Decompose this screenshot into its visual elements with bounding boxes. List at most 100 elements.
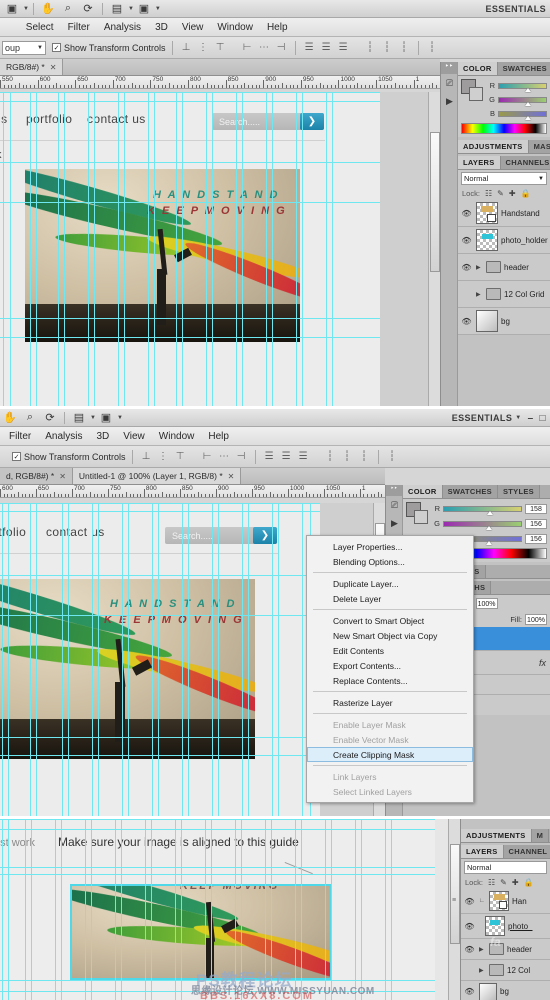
vertical-guide[interactable] — [241, 819, 242, 1000]
distribute-vertical-centers-icon[interactable]: ☰ — [280, 450, 293, 463]
lock-all-icon[interactable]: 🔒 — [524, 878, 534, 887]
canvas-vertical-scrollbar-top[interactable] — [428, 92, 440, 408]
distribute-left-edges-icon[interactable]: ┆ — [364, 41, 377, 54]
menu-item-view[interactable]: View — [116, 431, 152, 442]
search-box[interactable]: Search..... ❯ — [212, 113, 324, 130]
align-left-edges-icon[interactable]: ⊢ — [201, 450, 214, 463]
vertical-guide[interactable] — [266, 92, 267, 408]
canvas-area-top[interactable]: us portfolio contact us k Search..... ❯ — [0, 92, 440, 408]
horizontal-guide[interactable] — [0, 202, 380, 203]
workspace-switcher-mid[interactable]: ESSENTIALS ▼ – □ — [452, 409, 546, 427]
align-right-edges-icon[interactable]: ⊣ — [235, 450, 248, 463]
context-menu-item[interactable]: Blending Options... — [307, 554, 473, 569]
horizontal-guide[interactable] — [0, 101, 380, 102]
lock-transparent-pixels-icon[interactable]: ☷ — [488, 878, 495, 887]
lock-image-pixels-icon[interactable]: ✎ — [500, 878, 507, 887]
fill-value[interactable]: 100% — [525, 614, 547, 625]
arrange-documents-icon[interactable]: ▣ — [96, 410, 116, 426]
blend-mode-dropdown[interactable]: Normal ▼ — [461, 172, 547, 185]
align-bottom-edges-icon[interactable]: ⊤ — [174, 450, 187, 463]
distribute-bottom-edges-icon[interactable]: ☰ — [337, 41, 350, 54]
vertical-guide[interactable] — [355, 819, 356, 1000]
vertical-guide[interactable] — [36, 92, 37, 408]
layer-visibility-icon[interactable]: 👁 — [463, 987, 476, 996]
auto-select-group-dropdown[interactable]: oup ▼ — [2, 40, 46, 55]
horizontal-guide[interactable] — [0, 511, 320, 512]
chevron-down-icon[interactable]: ▼ — [155, 6, 161, 12]
document-tab[interactable]: RGB/8#) * ✕ — [0, 59, 64, 75]
arrange-documents-icon[interactable]: ▣ — [134, 1, 154, 17]
horizontal-guide[interactable] — [0, 575, 320, 576]
lock-position-icon[interactable]: ✚ — [512, 878, 519, 887]
zoom-tool-icon[interactable]: ⌕ — [58, 1, 78, 17]
vertical-guide[interactable] — [2, 503, 3, 818]
distribute-horizontal-centers-icon[interactable]: ┆ — [381, 41, 394, 54]
vertical-guide[interactable] — [3, 92, 4, 408]
context-menu-item[interactable]: Convert to Smart Object — [307, 613, 473, 628]
tab-masks[interactable]: M — [531, 829, 550, 842]
horizontal-guide[interactable] — [0, 92, 380, 93]
context-menu-item[interactable]: Create Clipping Mask — [307, 747, 473, 762]
horizontal-guide[interactable] — [0, 991, 435, 992]
horizontal-guide[interactable] — [0, 867, 435, 868]
layer-context-menu[interactable]: Layer Properties... Blending Options... Du… — [306, 535, 474, 803]
align-vertical-centers-icon[interactable]: ⋮ — [197, 41, 210, 54]
tab-color[interactable]: COLOR — [458, 62, 498, 75]
vertical-guide[interactable] — [278, 503, 279, 818]
background-color-swatch[interactable] — [414, 510, 428, 524]
layer-effects-icon[interactable]: fx — [539, 658, 550, 668]
expand-group-icon[interactable]: ▶ — [479, 967, 486, 974]
scrollbar-thumb[interactable] — [430, 132, 440, 272]
actions-icon[interactable]: ▶ — [386, 514, 403, 532]
vertical-guide[interactable] — [331, 819, 332, 1000]
show-transform-controls-checkbox[interactable]: ✓ Show Transform Controls — [12, 452, 126, 462]
align-horizontal-centers-icon[interactable]: ⋯ — [258, 41, 271, 54]
vertical-guide[interactable] — [62, 503, 63, 818]
layer-row[interactable]: 👁 Handstand — [458, 200, 550, 227]
layer-row[interactable]: 👁 bg — [458, 308, 550, 335]
close-icon[interactable]: ✕ — [59, 472, 66, 481]
slider-knob[interactable] — [487, 510, 494, 515]
layer-row[interactable]: 👁 ∟ Han — [461, 889, 550, 914]
vertical-guide[interactable] — [188, 503, 189, 818]
horizontal-guide[interactable] — [0, 615, 320, 616]
vertical-guide[interactable] — [182, 503, 183, 818]
layer-visibility-icon[interactable]: 👁 — [460, 263, 473, 272]
vertical-guide[interactable] — [242, 503, 243, 818]
layer-row[interactable]: ▶ 12 Col — [461, 960, 550, 981]
vertical-guide[interactable] — [302, 503, 303, 818]
layer-row[interactable]: 👁 ▶ header — [461, 939, 550, 960]
vertical-guide[interactable] — [296, 92, 297, 408]
vertical-guide[interactable] — [152, 503, 153, 818]
vertical-guide[interactable] — [212, 92, 213, 408]
chevron-down-icon[interactable]: ▼ — [23, 6, 29, 12]
layer-visibility-icon[interactable] — [460, 290, 473, 299]
actions-icon[interactable]: ▶ — [441, 92, 458, 110]
horizontal-guide[interactable] — [0, 874, 435, 875]
auto-align-layers-icon[interactable]: ┆ — [426, 41, 439, 54]
layer-row[interactable]: 👁 bg — [461, 981, 550, 1000]
vertical-guide[interactable] — [175, 819, 176, 1000]
vertical-guide[interactable] — [154, 92, 155, 408]
vertical-guide[interactable] — [2, 819, 3, 1000]
vertical-guide[interactable] — [68, 503, 69, 818]
tab-swatches[interactable]: SWATCHES — [442, 485, 498, 498]
channel-slider-r[interactable] — [498, 82, 547, 92]
align-left-edges-icon[interactable]: ⊢ — [241, 41, 254, 54]
channel-value-g[interactable]: 156 — [525, 518, 547, 529]
layer-visibility-icon[interactable]: 👁 — [463, 897, 476, 906]
lock-all-icon[interactable]: 🔒 — [521, 189, 531, 198]
chevron-down-icon[interactable]: ▼ — [515, 415, 521, 421]
context-menu-item[interactable]: Delete Layer — [307, 591, 473, 606]
layer-row[interactable]: 👁 ▶ header — [458, 254, 550, 281]
expand-group-icon[interactable]: ▶ — [476, 291, 483, 298]
tab-masks[interactable]: MASK — [528, 140, 550, 153]
distribute-top-edges-icon[interactable]: ☰ — [303, 41, 316, 54]
align-bottom-edges-icon[interactable]: ⊤ — [214, 41, 227, 54]
vertical-guide[interactable] — [92, 503, 93, 818]
context-menu-item[interactable]: Duplicate Layer... — [307, 576, 473, 591]
vertical-guide[interactable] — [361, 819, 362, 1000]
vertical-guide[interactable] — [295, 819, 296, 1000]
rotate-view-tool-icon[interactable]: ⟳ — [40, 410, 60, 426]
vertical-guide[interactable] — [385, 819, 386, 1000]
